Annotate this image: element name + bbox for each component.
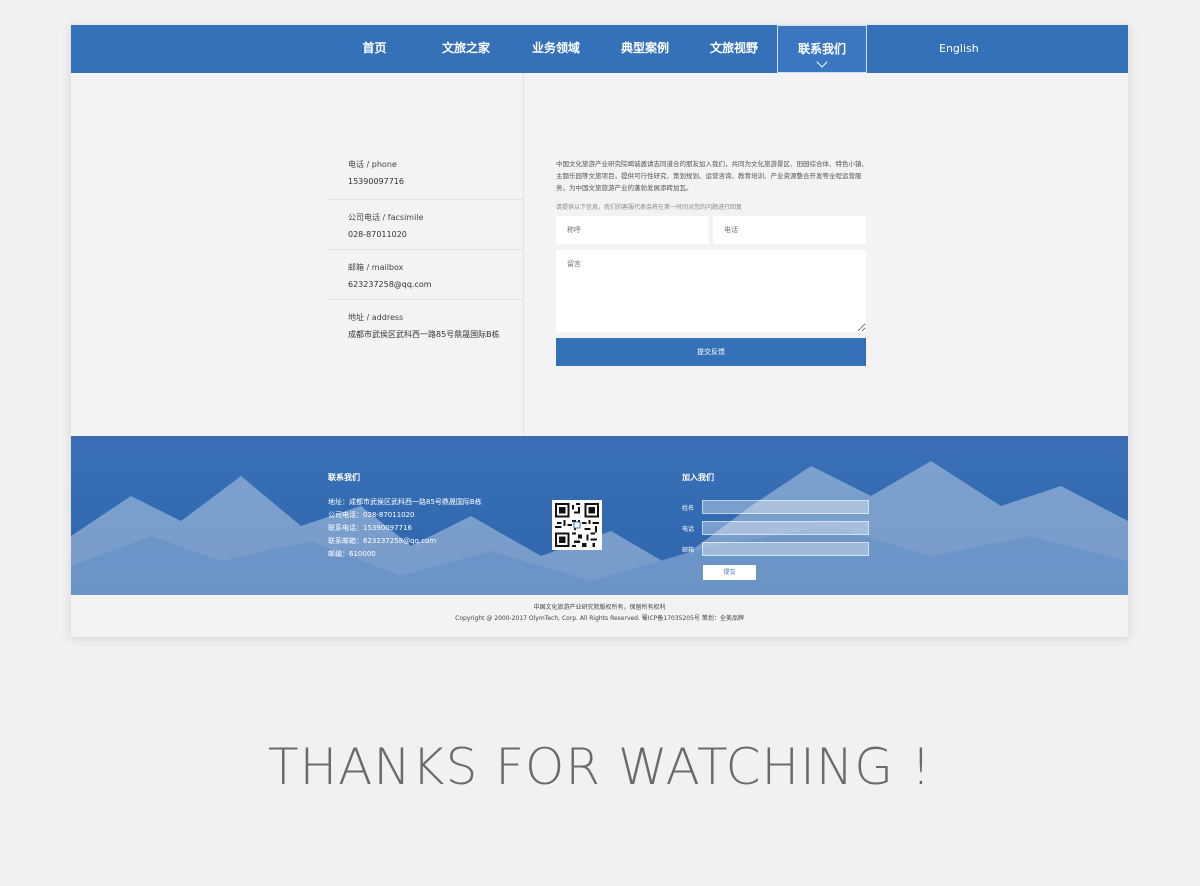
message-textarea[interactable] [556, 250, 866, 332]
contact-label: 电话 / phone [348, 160, 397, 169]
footer-join-title: 加入我们 [682, 473, 714, 482]
name-input[interactable] [556, 216, 709, 244]
join-intro-text: 中国文化旅游产业研究院竭诚邀请志同道合的朋友加入我们，共同为文化旅游景区、田园综… [556, 160, 868, 192]
nav-item-contact-label: 联系我们 [797, 42, 846, 56]
language-switch[interactable]: English [939, 25, 979, 73]
copyright: 中国文化旅游产业研究院版权所有，保留所有权利 Copyright @ 2000-… [71, 602, 1128, 624]
contact-value: 623237258@qq.com [348, 280, 432, 289]
contact-value: 15390097716 [348, 177, 404, 186]
nav-item-vision[interactable]: 文旅视野 [699, 25, 769, 73]
join-name-input[interactable] [702, 500, 869, 514]
thanks-caption: THANKS FOR WATCHING ! [268, 738, 932, 796]
contact-item-fax: 公司电话 / facsimile 028-87011020 [328, 200, 523, 250]
footer-company-phone: 公司电话：028-87011020 [328, 511, 415, 519]
footer-email: 联系邮箱：623237258@qq.com [328, 537, 437, 545]
top-nav: 首页 文旅之家 业务领域 典型案例 文旅视野 联系我们 English [71, 25, 1128, 73]
chevron-down-icon [816, 56, 828, 68]
join-submit-button[interactable]: 提交 [703, 565, 756, 580]
contact-label: 邮箱 / mailbox [348, 263, 404, 272]
qr-code [552, 500, 602, 550]
contact-value: 成都市武侯区武科西一路85号鼎晟国际B栋 [348, 330, 500, 339]
nav-item-contact[interactable]: 联系我们 [777, 25, 867, 73]
footer-contact-title: 联系我们 [328, 473, 360, 482]
website-mockup: 首页 文旅之家 业务领域 典型案例 文旅视野 联系我们 English 电话 /… [71, 25, 1128, 637]
contact-value: 028-87011020 [348, 230, 407, 239]
submit-feedback-button[interactable]: 提交反馈 [556, 338, 866, 366]
join-email-input[interactable] [702, 542, 869, 556]
contact-info-list: 电话 / phone 15390097716 公司电话 / facsimile … [328, 150, 523, 350]
copyright-line-2: Copyright @ 2000-2017 OlymTech, Corp. Al… [455, 615, 744, 622]
footer-address: 地址：成都市武侯区武科西一路85号鼎晟国际B栋 [328, 498, 482, 506]
nav-item-home[interactable]: 首页 [347, 25, 402, 73]
footer: 联系我们 地址：成都市武侯区武科西一路85号鼎晟国际B栋 公司电话：028-87… [71, 436, 1128, 595]
contact-item-mailbox: 邮箱 / mailbox 623237258@qq.com [328, 250, 523, 300]
column-divider [523, 73, 524, 435]
contact-label: 公司电话 / facsimile [348, 213, 424, 222]
phone-input[interactable] [713, 216, 866, 244]
nav-item-business[interactable]: 业务领域 [521, 25, 591, 73]
join-phone-input[interactable] [702, 521, 869, 535]
join-email-label: 邮箱 [682, 547, 695, 554]
qr-code-icon [555, 503, 599, 547]
footer-contact-lines: 地址：成都市武侯区武科西一路85号鼎晟国际B栋 公司电话：028-8701102… [328, 496, 482, 561]
join-name-label: 姓名 [682, 505, 695, 512]
footer-postcode: 邮编：610000 [328, 550, 376, 558]
contact-item-phone: 电话 / phone 15390097716 [328, 150, 523, 200]
contact-label: 地址 / address [348, 313, 404, 322]
nav-item-home-of-culture[interactable]: 文旅之家 [431, 25, 501, 73]
form-hint: 请提供以下信息，我们的客服代表会将在第一时间对您的问题进行回复 [556, 204, 743, 211]
contact-item-address: 地址 / address 成都市武侯区武科西一路85号鼎晟国际B栋 [328, 300, 523, 350]
nav-item-cases[interactable]: 典型案例 [610, 25, 680, 73]
footer-phone: 联系电话：15390097716 [328, 524, 412, 532]
copyright-line-1: 中国文化旅游产业研究院版权所有，保留所有权利 [533, 604, 666, 611]
join-phone-label: 电话 [682, 526, 695, 533]
